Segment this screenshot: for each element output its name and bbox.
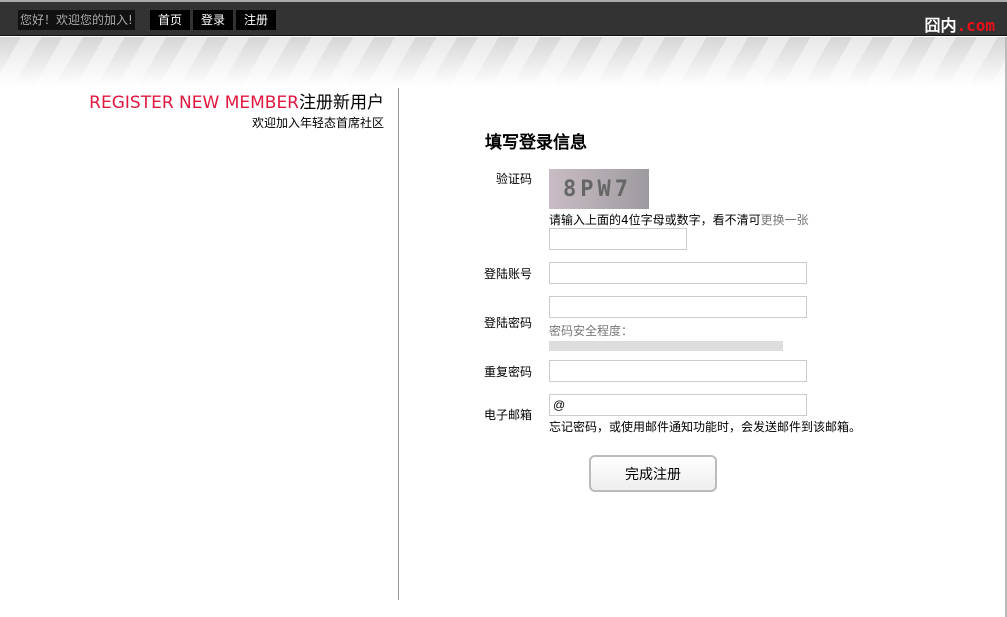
- repeat-password-input[interactable]: [549, 360, 807, 382]
- page-title: REGISTER NEW MEMBER注册新用户: [89, 88, 384, 113]
- decorative-band: [0, 37, 1007, 87]
- nav-home[interactable]: 首页: [150, 10, 191, 30]
- title-en: REGISTER NEW MEMBER: [89, 93, 299, 113]
- site-logo[interactable]: 囧内.com: [924, 12, 995, 36]
- logo-text: 囧内: [924, 16, 957, 35]
- password-label: 登陆密码: [484, 316, 533, 330]
- captcha-hint: 请输入上面的4位字母或数字，看不清可更换一张: [549, 211, 809, 228]
- top-bar: 您好！欢迎您的加入! 首页 登录 注册 囧内.com: [0, 0, 1007, 36]
- email-input[interactable]: [549, 394, 807, 416]
- strength-label: 密码安全程度：: [549, 324, 634, 338]
- divider: [398, 88, 399, 600]
- greeting: 您好！欢迎您的加入!: [18, 10, 135, 30]
- repeat-label: 重复密码: [484, 365, 533, 379]
- email-hint: 忘记密码，或使用邮件通知功能时，会发送邮件到该邮箱。: [549, 420, 862, 434]
- title-cn: 注册新用户: [299, 93, 384, 113]
- form-title: 填写登录信息: [485, 133, 587, 153]
- account-input[interactable]: [549, 262, 807, 284]
- refresh-captcha-link[interactable]: 更换一张: [761, 213, 809, 227]
- logo-suffix: .com: [956, 16, 995, 35]
- page-subtitle: 欢迎加入年轻态首席社区: [251, 116, 384, 130]
- captcha-image[interactable]: 8PW7: [549, 169, 649, 209]
- email-label: 电子邮箱: [484, 408, 533, 422]
- strength-bar: [549, 341, 783, 351]
- submit-register-button[interactable]: 完成注册: [589, 455, 717, 492]
- password-input[interactable]: [549, 296, 807, 318]
- nav-login[interactable]: 登录: [193, 10, 234, 30]
- captcha-input[interactable]: [549, 228, 687, 250]
- nav-register[interactable]: 注册: [236, 10, 277, 30]
- account-label: 登陆账号: [484, 267, 533, 281]
- captcha-hint-text: 请输入上面的4位字母或数字，看不清可: [549, 213, 761, 227]
- captcha-label: 验证码: [496, 172, 533, 186]
